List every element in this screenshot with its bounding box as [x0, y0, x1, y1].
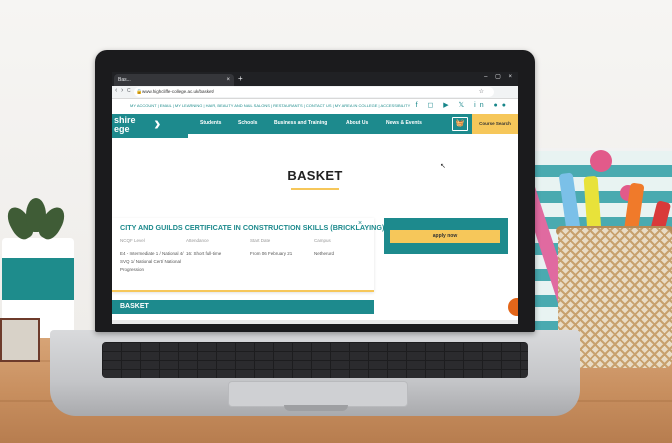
laptop-trackpad [228, 381, 408, 407]
new-tab-button[interactable]: + [238, 73, 243, 85]
col-header-attendance: Attendance [186, 238, 209, 243]
course-search-button[interactable]: Course Search [472, 114, 518, 134]
browser-tab-strip: Bas... × + – ▢ × [112, 72, 518, 86]
course-title[interactable]: CITY AND GUILDS CERTIFICATE IN CONSTRUCT… [120, 223, 384, 232]
back-icon[interactable]: ‹ [115, 87, 117, 94]
screen-bottom-edge [112, 320, 518, 324]
chat-button[interactable] [508, 298, 518, 316]
laptop-keyboard [102, 342, 528, 378]
nav-business-training[interactable]: Business and Training [274, 120, 327, 126]
book [0, 318, 40, 362]
col-header-campus: Campus [314, 238, 331, 243]
window-controls[interactable]: – ▢ × [484, 73, 515, 80]
remove-course-icon[interactable]: × [358, 220, 362, 227]
reload-icon[interactable]: C [127, 88, 131, 94]
course-attendance-value: 16: Short full-time [186, 251, 222, 256]
col-header-start-date: Start Date [250, 238, 271, 243]
nav-schools[interactable]: Schools [238, 120, 257, 126]
nav-news-events[interactable]: News & Events [386, 120, 422, 126]
top-links[interactable]: MY ACCOUNT | EMAIL | MY LEARNING | HAIR,… [130, 103, 410, 108]
nav-students[interactable]: Students [200, 120, 221, 126]
bookmark-star-icon[interactable]: ☆ [479, 87, 484, 97]
browser-tab-label: Bas... [118, 77, 131, 83]
site-nav-bar: shire ege › Students Schools Business an… [112, 114, 518, 138]
basket-section-bar[interactable]: BASKET [112, 300, 374, 314]
tab-close-icon[interactable]: × [226, 74, 230, 86]
apply-panel: apply now [384, 218, 508, 254]
browser-tab[interactable]: Bas... × [114, 74, 234, 86]
nav-about-us[interactable]: About Us [346, 120, 368, 126]
laptop-screen: Bas... × + – ▢ × ‹ › C 🔒 www.highcliffe-… [112, 72, 518, 324]
url-field[interactable]: 🔒 www.highcliffe-college.ac.uk/basket/ ☆ [134, 87, 494, 97]
course-campus-value: Netherurd [314, 251, 335, 256]
apply-now-button[interactable]: apply now [390, 230, 500, 243]
basket-course-card: CITY AND GUILDS CERTIFICATE IN CONSTRUCT… [112, 218, 384, 292]
title-underline [291, 188, 339, 190]
logo-chevron-icon: › [154, 113, 161, 135]
flower [590, 150, 612, 172]
course-level-value: E4 - Intermediate 1 / National 4/ SVQ 1/… [120, 251, 184, 272]
social-icons[interactable]: f ◻ ▶ 𝕏 in ●● [416, 101, 510, 109]
forward-icon[interactable]: › [121, 87, 123, 94]
logo-text-line2: ege [114, 124, 130, 134]
college-logo[interactable]: shire ege › [112, 114, 188, 138]
browser-address-bar: ‹ › C 🔒 www.highcliffe-college.ac.uk/bas… [112, 86, 518, 99]
course-start-date-value: From 06 February 21 [250, 251, 293, 256]
basket-icon[interactable]: 🧺 [452, 117, 468, 131]
page-title: BASKET [287, 168, 343, 183]
site-top-links-bar: MY ACCOUNT | EMAIL | MY LEARNING | HAIR,… [112, 99, 518, 113]
col-header-level: NCQF Level [120, 238, 145, 243]
lock-icon: 🔒 [136, 89, 143, 95]
url-text: www.highcliffe-college.ac.uk/basket/ [142, 89, 214, 94]
laptop-notch [284, 405, 348, 411]
